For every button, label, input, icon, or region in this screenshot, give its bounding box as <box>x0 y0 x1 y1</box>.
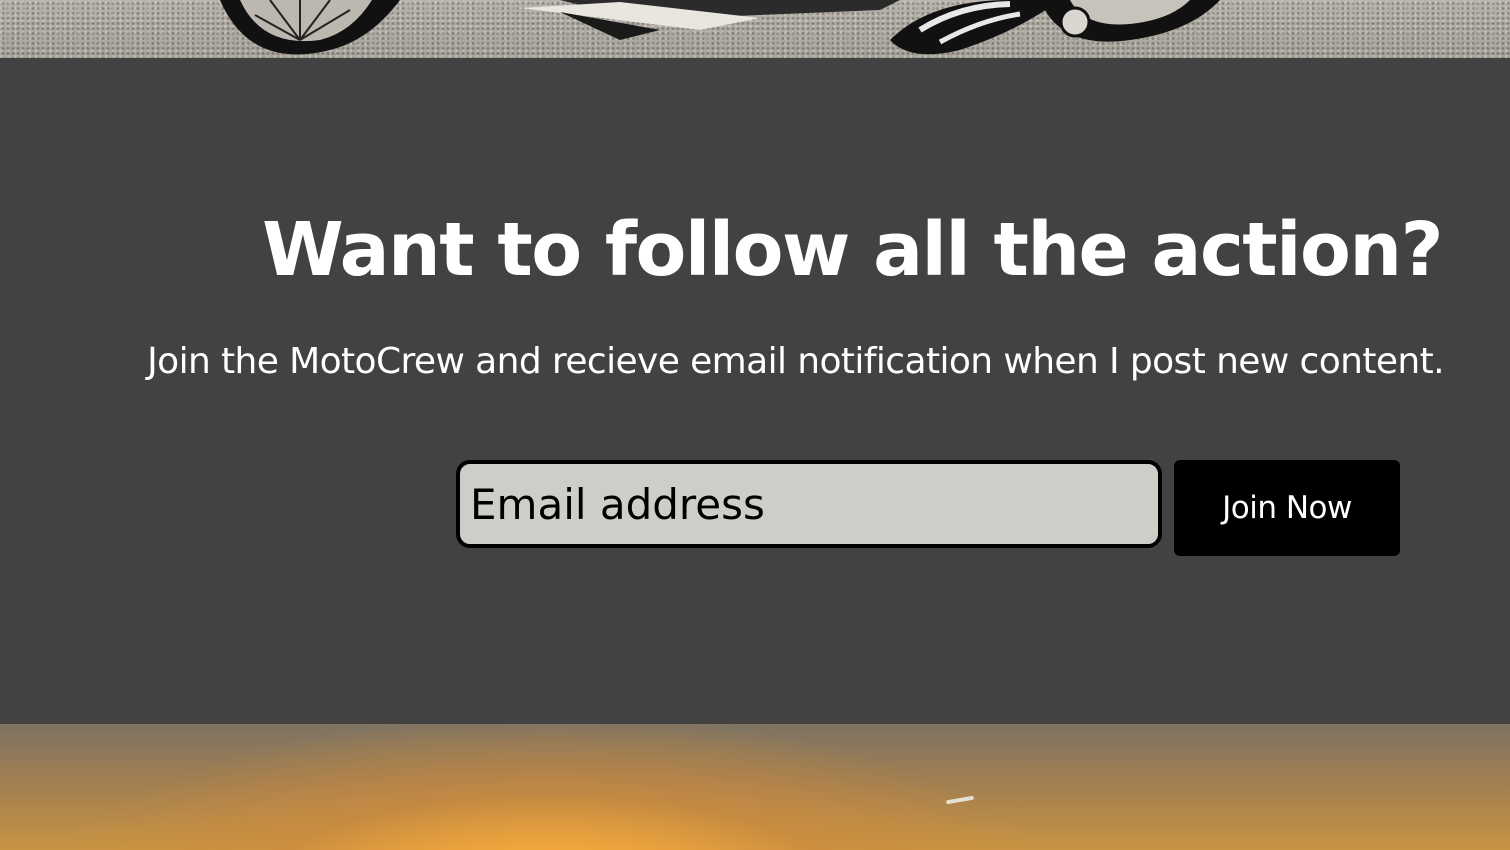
signup-title: Want to follow all the action? <box>262 207 1443 293</box>
newsletter-signup-section: Want to follow all the action? Join the … <box>0 58 1510 724</box>
motorcycle-photo <box>0 0 1510 58</box>
motorcycle-illustration <box>220 0 1220 55</box>
signup-subtitle: Join the MotoCrew and recieve email noti… <box>147 341 1444 382</box>
join-now-button[interactable]: Join Now <box>1174 460 1400 556</box>
sunset-photo <box>0 724 1510 850</box>
page: Want to follow all the action? Join the … <box>0 0 1510 850</box>
email-input[interactable] <box>456 460 1162 548</box>
